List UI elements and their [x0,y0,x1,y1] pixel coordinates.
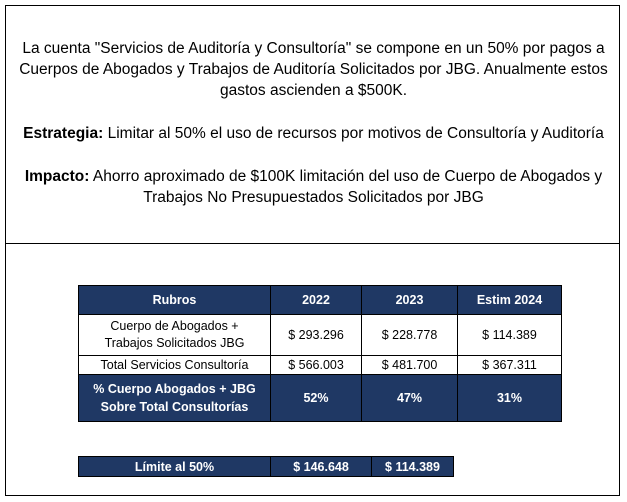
table-cell: $ 114.389 [457,314,562,356]
header-2023: 2023 [361,285,458,315]
impact-line-2: Trabajos No Presupuestados Solicitados p… [143,189,484,206]
table-row: % Cuerpo Abogados + JBG Sobre Total Consu… [78,374,562,422]
header-rubros: Rubros [78,285,271,315]
table-cell: $ 481.700 [361,355,458,375]
row-label: Cuerpo de Abogados + Trabajos Solicitados… [78,314,271,356]
description-block: La cuenta "Servicios de Auditoría y Cons… [14,38,613,208]
header-2022: 2022 [270,285,362,315]
limit-value-2022: $ 146.648 [270,456,372,477]
table-row: Total Servicios Consultoría $ 566.003 $ … [78,355,562,375]
limit-row: Límite al 50% $ 146.648 $ 114.389 [78,456,454,477]
header-estim-2024: Estim 2024 [457,285,562,315]
intro-line-3: gastos ascienden a $500K. [220,82,407,99]
table-cell: $ 293.296 [270,314,362,356]
section-divider [5,243,620,244]
strategy-line: Estrategia: Limitar al 50% el uso de rec… [14,123,613,144]
table-cell: $ 566.003 [270,355,362,375]
intro-line-1: La cuenta "Servicios de Auditoría y Cons… [22,40,605,57]
table-cell: 47% [361,374,458,422]
impact-line-1: Impacto: Ahorro aproximado de $100K limi… [14,166,613,187]
limit-label: Límite al 50% [78,456,271,477]
table-row: Cuerpo de Abogados + Trabajos Solicitados… [78,314,562,356]
table-cell: $ 367.311 [457,355,562,375]
table-header-row: Rubros 2022 2023 Estim 2024 [78,285,562,315]
strategy-label: Estrategia: [23,125,104,142]
limit-table: Límite al 50% $ 146.648 $ 114.389 [78,456,454,477]
intro-line-2: Cuerpos de Abogados y Trabajos de Audito… [19,61,608,78]
data-table: Rubros 2022 2023 Estim 2024 Cuerpo de Ab… [78,285,562,422]
limit-value-2023: $ 114.389 [371,456,454,477]
table-cell: $ 228.778 [361,314,458,356]
strategy-text: Limitar al 50% el uso de recursos por mo… [103,125,604,142]
table-cell: 52% [270,374,362,422]
row-label: % Cuerpo Abogados + JBG Sobre Total Consu… [78,374,271,422]
impact-text-1: Ahorro aproximado de $100K limitación de… [89,168,603,185]
table-cell: 31% [457,374,562,422]
impact-label: Impacto: [24,168,90,185]
row-label: Total Servicios Consultoría [78,355,271,375]
